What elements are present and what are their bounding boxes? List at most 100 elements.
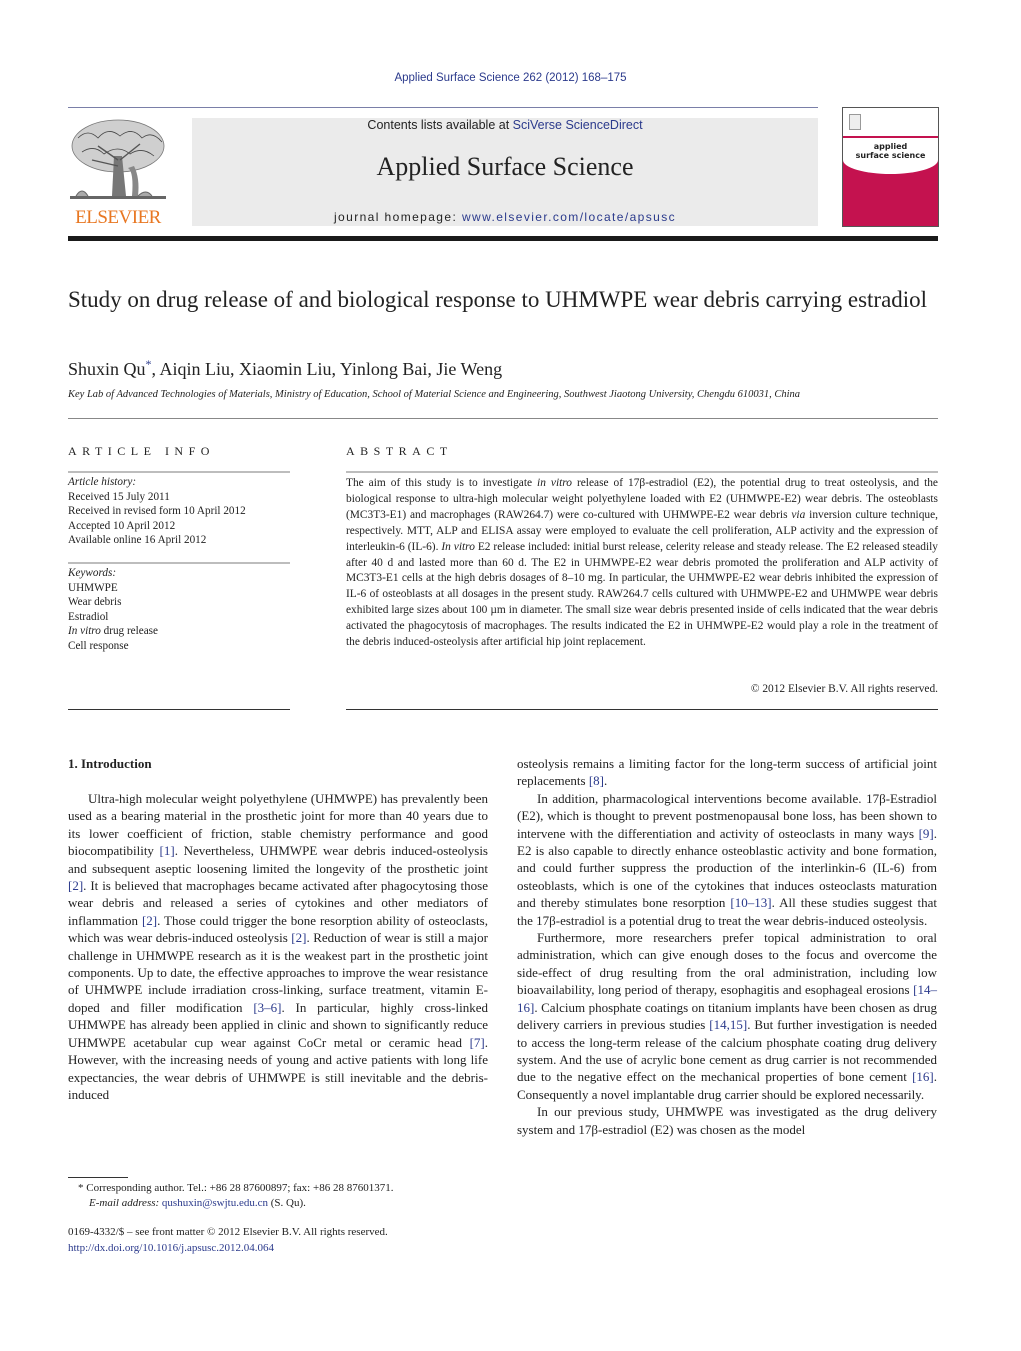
citation-link[interactable]: [1] — [160, 843, 175, 858]
paragraph: Furthermore, more researchers prefer top… — [517, 929, 937, 1103]
body-column-left: Ultra-high molecular weight polyethylene… — [68, 790, 488, 1103]
affiliation-rule — [68, 418, 938, 419]
journal-homepage-link[interactable]: www.elsevier.com/locate/apsusc — [462, 210, 676, 224]
author-name[interactable]: Shuxin Qu — [68, 359, 146, 379]
contents-line: Contents lists available at SciVerse Sci… — [192, 118, 818, 132]
author-separator: , — [331, 359, 340, 379]
italic-term: in vitro — [537, 477, 572, 489]
author-name[interactable]: Aiqin Liu — [160, 359, 231, 379]
citation-link[interactable]: [10–13] — [730, 895, 771, 910]
keyword-text: Estradiol — [68, 610, 109, 623]
keyword-item: Cell response — [68, 639, 290, 654]
citation-link[interactable]: [16] — [912, 1069, 934, 1084]
italic-term: via — [791, 508, 806, 521]
author-name[interactable]: Yinlong Bai — [340, 359, 428, 379]
affiliation: Key Lab of Advanced Technologies of Mate… — [68, 389, 800, 400]
citation-link[interactable]: [8] — [589, 773, 604, 788]
author-name[interactable]: Xiaomin Liu — [239, 359, 332, 379]
text-run: E2 release included: initial burst relea… — [346, 540, 938, 649]
abstract-heading: ABSTRACT — [346, 444, 453, 458]
citation-link[interactable]: [7] — [470, 1035, 485, 1050]
keywords-label: Keywords: — [68, 567, 117, 579]
contents-prefix: Contents lists available at — [367, 118, 513, 132]
keywords-rule — [68, 562, 290, 564]
article-history: Article history: Received 15 July 2011 Re… — [68, 475, 290, 548]
corresponding-author-text: Corresponding author. Tel.: +86 28 87600… — [83, 1182, 394, 1194]
header-rule — [68, 107, 818, 108]
text-run: . — [604, 773, 608, 789]
citation-link[interactable]: [14,15] — [709, 1017, 747, 1032]
text-run: In our previous study, UHMWPE was invest… — [517, 1104, 937, 1137]
footnote-rule — [68, 1177, 128, 1178]
abstract-text: The aim of this study is to investigate … — [346, 476, 938, 651]
elsevier-logo[interactable]: ELSEVIER — [68, 116, 168, 228]
paragraph: Ultra-high molecular weight polyethylene… — [68, 790, 488, 1103]
paragraph: In our previous study, UHMWPE was invest… — [517, 1103, 937, 1138]
cover-title: applied surface science — [843, 142, 938, 160]
author-name[interactable]: Jie Weng — [436, 359, 502, 379]
keyword-text: drug release — [100, 625, 158, 637]
abstract-copyright: © 2012 Elsevier B.V. All rights reserved… — [750, 683, 938, 695]
journal-reference[interactable]: Applied Surface Science 262 (2012) 168–1… — [0, 72, 1021, 84]
masthead-bottom-rule — [68, 236, 938, 241]
corresponding-author-footnote: * Corresponding author. Tel.: +86 28 876… — [78, 1181, 498, 1211]
article-history-label: Article history: — [68, 476, 137, 488]
article-info-heading: ARTICLE INFO — [68, 444, 215, 458]
italic-term: In vitro — [441, 540, 475, 553]
cover-emblem-icon — [849, 114, 861, 130]
keyword-italic: In vitro — [68, 625, 101, 637]
corresponding-author-line: * Corresponding author. Tel.: +86 28 876… — [78, 1181, 498, 1196]
keywords-block: Keywords: UHMWPE Wear debris Estradiol In v… — [68, 566, 290, 653]
journal-cover-thumbnail[interactable]: applied surface science — [842, 107, 939, 227]
author-separator: , — [230, 359, 240, 379]
keyword-text: UHMWPE — [68, 581, 118, 594]
history-item: Received 15 July 2011 — [68, 490, 170, 503]
text-run: In addition, pharmacological interventio… — [517, 790, 937, 841]
email-suffix: (S. Qu). — [268, 1197, 306, 1209]
article-info-rule — [68, 471, 290, 473]
email-label: E-mail address: — [89, 1197, 160, 1209]
paragraph: In addition, pharmacological interventio… — [517, 790, 937, 929]
section-heading-introduction: 1. Introduction — [68, 756, 152, 771]
keyword-item: Wear debris — [68, 595, 290, 610]
email-link[interactable]: qushuxin@swjtu.edu.cn — [162, 1197, 268, 1209]
body-column-right: osteolysis remains a limiting factor for… — [517, 755, 937, 1138]
email-line: E-mail address: qushuxin@swjtu.edu.cn (S… — [78, 1196, 498, 1211]
journal-homepage-line: journal homepage: www.elsevier.com/locat… — [192, 210, 818, 224]
article-title: Study on drug release of and biological … — [68, 287, 928, 312]
history-item: Available online 16 April 2012 — [68, 534, 207, 546]
doi-link[interactable]: http://dx.doi.org/10.1016/j.apsusc.2012.… — [68, 1241, 508, 1257]
citation-link[interactable]: [3–6] — [253, 1000, 281, 1015]
keyword-item: In vitro drug release — [68, 624, 290, 639]
homepage-prefix: journal homepage: — [333, 210, 462, 224]
front-matter: 0169-4332/$ – see front matter © 2012 El… — [68, 1225, 508, 1256]
text-run: The aim of this study is to investigate — [346, 477, 538, 489]
issn-line: 0169-4332/$ – see front matter © 2012 El… — [68, 1226, 388, 1238]
paragraph-continuation: osteolysis remains a limiting factor for… — [517, 755, 937, 790]
citation-link[interactable]: [2] — [142, 913, 157, 928]
citation-link[interactable]: [2] — [68, 878, 83, 893]
history-item: Accepted 10 April 2012 — [68, 519, 176, 532]
abstract-bottom-rule — [346, 709, 938, 710]
text-run: osteolysis remains a limiting factor for… — [517, 756, 937, 789]
citation-link[interactable]: [9] — [919, 826, 934, 841]
keyword-item: Estradiol — [68, 610, 290, 625]
keywords-list: UHMWPE Wear debris Estradiol In vitro drug … — [68, 581, 290, 654]
tree-icon — [70, 119, 166, 199]
keyword-item: UHMWPE — [68, 581, 290, 596]
article-history-list: Received 15 July 2011 Received in revised… — [68, 490, 290, 548]
journal-name: Applied Surface Science — [376, 152, 634, 181]
history-item: Received in revised form 10 April 2012 — [68, 505, 246, 517]
keyword-text: Wear debris — [68, 596, 122, 608]
journal-masthead: Contents lists available at SciVerse Sci… — [192, 118, 818, 226]
elsevier-wordmark: ELSEVIER — [75, 207, 161, 228]
abstract-rule — [346, 471, 938, 473]
article-info-bottom-rule — [68, 709, 290, 710]
keyword-text: Cell response — [68, 639, 129, 652]
sciencedirect-link[interactable]: SciVerse ScienceDirect — [513, 118, 643, 132]
author-list: Shuxin Qu*, Aiqin Liu, Xiaomin Liu, Yinl… — [68, 357, 502, 380]
cover-title-line-2: surface science — [855, 151, 926, 160]
author-separator: , — [151, 359, 160, 379]
text-run: Furthermore, more researchers prefer top… — [517, 930, 937, 998]
citation-link[interactable]: [2] — [291, 930, 306, 945]
